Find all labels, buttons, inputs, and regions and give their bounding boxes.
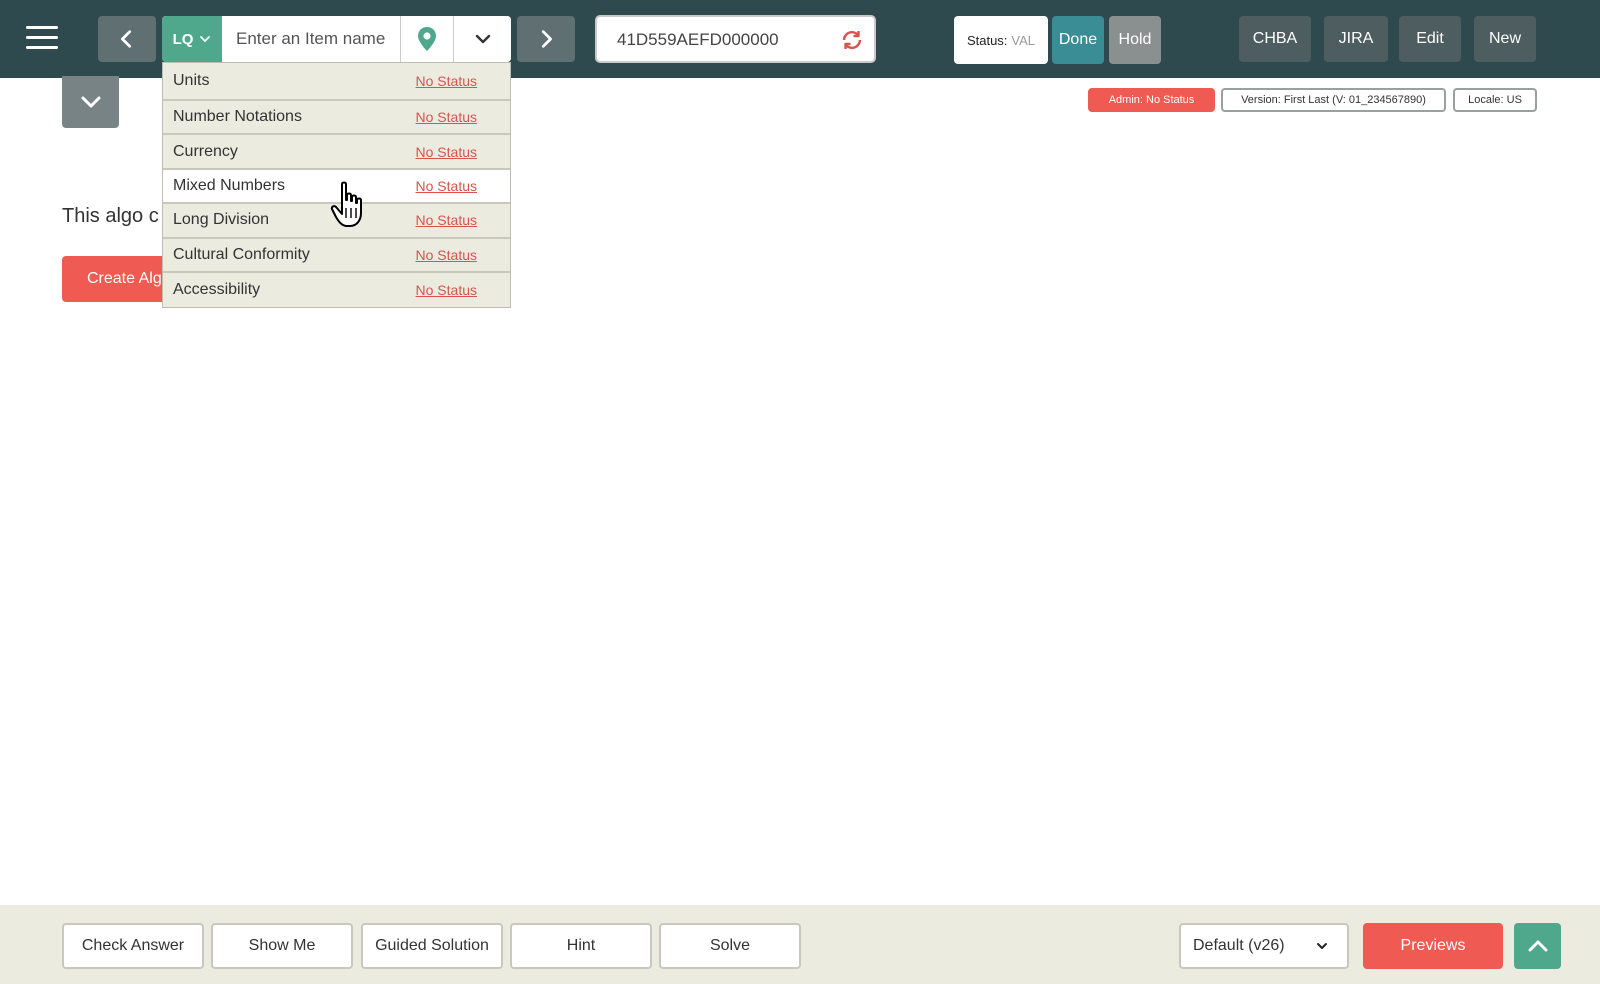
new-button[interactable]: New	[1474, 16, 1536, 62]
refresh-icon[interactable]	[840, 28, 864, 52]
map-pin-icon	[418, 27, 436, 51]
chevron-down-icon	[81, 96, 100, 108]
item-type-dropdown[interactable]: LQ	[162, 16, 222, 62]
version-select-value: Default (v26)	[1193, 937, 1285, 954]
menu-item-status-link[interactable]: No Status	[416, 144, 477, 160]
menu-item-label: Currency	[173, 142, 238, 160]
footer-toolbar: Check Answer Show Me Guided Solution Hin…	[0, 905, 1600, 984]
locate-item-button[interactable]	[400, 16, 453, 62]
menu-item-label: Mixed Numbers	[173, 176, 286, 194]
previous-item-button[interactable]	[98, 16, 156, 62]
item-type-menu: Units No Status Number Notations No Status C…	[162, 62, 511, 309]
chevron-right-icon	[541, 30, 552, 48]
item-list-dropdown-button[interactable]	[453, 16, 511, 62]
chevron-up-icon	[1528, 940, 1547, 952]
menu-item-long-division[interactable]: Long Division No Status	[163, 204, 510, 239]
menu-item-cultural-conformity[interactable]: Cultural Conformity No Status	[163, 238, 510, 273]
previews-button[interactable]: Previews	[1363, 923, 1503, 969]
version-badge: Version: First Last (V: 01_234567890)	[1221, 88, 1446, 112]
status-indicator: Status: VAL	[954, 16, 1048, 64]
status-label: Status:	[966, 32, 1008, 48]
solve-button[interactable]: Solve	[659, 923, 801, 969]
menu-item-label: Cultural Conformity	[173, 245, 310, 263]
item-id-input[interactable]	[617, 27, 837, 53]
chevron-left-icon	[121, 30, 132, 48]
version-select[interactable]: Default (v26)	[1179, 923, 1349, 969]
item-name-input[interactable]	[222, 16, 400, 62]
menu-item-label: Long Division	[173, 211, 270, 229]
chba-button[interactable]: CHBA	[1239, 16, 1311, 62]
locale-badge: Locale: US	[1453, 88, 1537, 112]
chevron-down-icon	[200, 36, 211, 43]
algo-message: This algo c	[62, 205, 159, 227]
show-me-button[interactable]: Show Me	[211, 923, 353, 969]
menu-item-status-link[interactable]: No Status	[416, 73, 477, 89]
guided-solution-button[interactable]: Guided Solution	[361, 923, 503, 969]
admin-status-badge: Admin: No Status	[1088, 88, 1215, 112]
collapse-panel-button[interactable]	[62, 76, 119, 128]
menu-item-label: Accessibility	[173, 281, 261, 299]
status-value: VAL	[1011, 32, 1036, 48]
hint-button[interactable]: Hint	[510, 923, 652, 969]
menu-item-status-link[interactable]: No Status	[416, 212, 477, 228]
menu-item-status-link[interactable]: No Status	[416, 282, 477, 298]
chevron-down-icon	[1317, 943, 1327, 949]
menu-item-label: Number Notations	[173, 108, 302, 126]
done-button[interactable]: Done	[1052, 16, 1104, 64]
next-item-button[interactable]	[517, 16, 575, 62]
menu-item-accessibility[interactable]: Accessibility No Status	[163, 272, 510, 308]
hold-button[interactable]: Hold	[1109, 16, 1161, 64]
menu-item-mixed-numbers[interactable]: Mixed Numbers No Status	[163, 169, 510, 205]
item-type-label: LQ	[172, 30, 194, 48]
menu-icon[interactable]	[26, 26, 58, 50]
edit-button[interactable]: Edit	[1399, 16, 1461, 62]
menu-item-status-link[interactable]: No Status	[416, 109, 477, 125]
jira-button[interactable]: JIRA	[1324, 16, 1388, 62]
chevron-down-icon	[475, 34, 490, 44]
item-id-field	[595, 15, 876, 63]
menu-item-units[interactable]: Units No Status	[163, 63, 510, 101]
menu-item-status-link[interactable]: No Status	[416, 178, 477, 194]
menu-item-status-link[interactable]: No Status	[416, 247, 477, 263]
item-picker: LQ	[162, 16, 511, 62]
scroll-top-button[interactable]	[1514, 923, 1561, 969]
check-answer-button[interactable]: Check Answer	[62, 923, 204, 969]
menu-item-currency[interactable]: Currency No Status	[163, 135, 510, 170]
menu-item-number-notations[interactable]: Number Notations No Status	[163, 101, 510, 136]
menu-item-label: Units	[173, 72, 210, 89]
